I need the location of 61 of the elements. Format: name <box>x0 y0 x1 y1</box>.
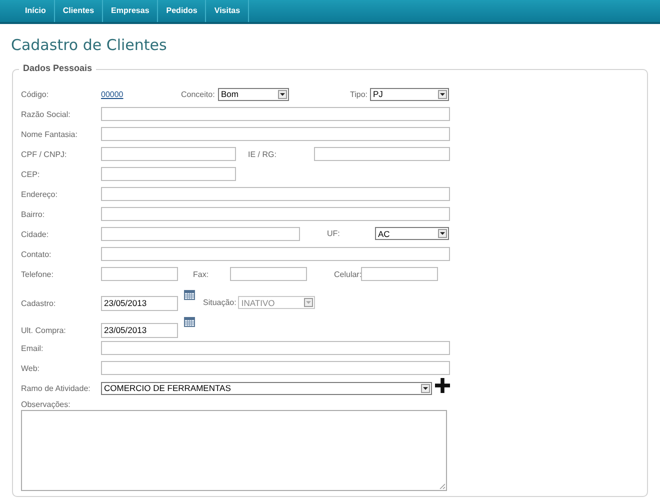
field-label: Contato: <box>21 250 52 258</box>
input-field[interactable] <box>314 147 450 161</box>
text-area[interactable] <box>21 410 447 491</box>
caret-icon <box>423 386 428 390</box>
input-field[interactable] <box>361 267 438 281</box>
input-field[interactable] <box>101 147 236 161</box>
dropdown[interactable]: AC <box>375 227 449 240</box>
field-label: Observações: <box>21 400 72 409</box>
field-label: Celular: <box>333 270 361 278</box>
field-label: Bairro: <box>21 210 46 218</box>
field-label: UF: <box>326 229 341 238</box>
nav-link[interactable]: Clientes <box>54 0 104 22</box>
input-field[interactable] <box>101 267 178 281</box>
code-link[interactable]: 00000 <box>101 90 124 98</box>
field-label: Web: <box>21 364 41 372</box>
input-field[interactable] <box>101 361 450 375</box>
page-title: Cadastro de Clientes <box>11 36 168 54</box>
field-label: Telefone: <box>21 270 54 278</box>
field-label: Email: <box>21 344 44 352</box>
plus-icon[interactable] <box>435 378 450 393</box>
field-label: IE / RG: <box>247 150 278 158</box>
input-field[interactable] <box>101 341 450 355</box>
input-field[interactable] <box>230 267 307 281</box>
calendar-icon[interactable] <box>184 290 195 300</box>
field-label: Fax: <box>192 270 210 278</box>
date-field[interactable]: 23/05/2013 <box>101 296 178 311</box>
field-label: Nome Fantasia: <box>21 130 78 138</box>
caret-icon <box>440 92 445 96</box>
resize-grip-icon[interactable] <box>439 483 445 489</box>
nav-link[interactable]: Pedidos <box>158 0 206 22</box>
field-label: Código: <box>21 90 50 98</box>
caret-icon <box>280 92 285 96</box>
input-field[interactable] <box>101 207 450 221</box>
section-title: Dados Pessoais <box>19 63 96 73</box>
input-field[interactable] <box>101 247 450 261</box>
nav-link[interactable]: Visitas <box>206 0 250 22</box>
dropdown[interactable]: Bom <box>218 88 289 100</box>
field-label: Situação: <box>203 298 236 307</box>
caret-icon <box>440 232 445 235</box>
field-label: CPF / CNPJ: <box>21 150 68 158</box>
input-field[interactable] <box>101 187 450 201</box>
nav-link[interactable]: Empresas <box>103 0 158 22</box>
dropdown[interactable]: PJ <box>370 88 449 100</box>
caret-icon <box>306 301 312 304</box>
field-label: Endereço: <box>21 190 58 198</box>
input-field[interactable] <box>101 227 300 241</box>
dropdown[interactable]: COMERCIO DE FERRAMENTAS <box>101 382 432 394</box>
field-label: CEP: <box>21 170 41 178</box>
field-label: Razão Social: <box>21 110 72 118</box>
input-field[interactable] <box>101 127 450 141</box>
field-label: Conceito: <box>181 90 216 98</box>
date-field[interactable]: 23/05/2013 <box>101 323 178 338</box>
field-label: Cidade: <box>21 230 50 238</box>
calendar-icon[interactable] <box>184 317 195 327</box>
field-label: Tipo: <box>349 90 368 98</box>
input-field[interactable] <box>101 167 236 181</box>
field-label: Cadastro: <box>21 299 57 310</box>
nav-link[interactable]: Início <box>17 0 55 22</box>
field-label: Ult. Compra: <box>21 326 67 337</box>
field-label: Ramo de Atividade: <box>21 384 92 392</box>
input-field[interactable] <box>101 107 450 121</box>
